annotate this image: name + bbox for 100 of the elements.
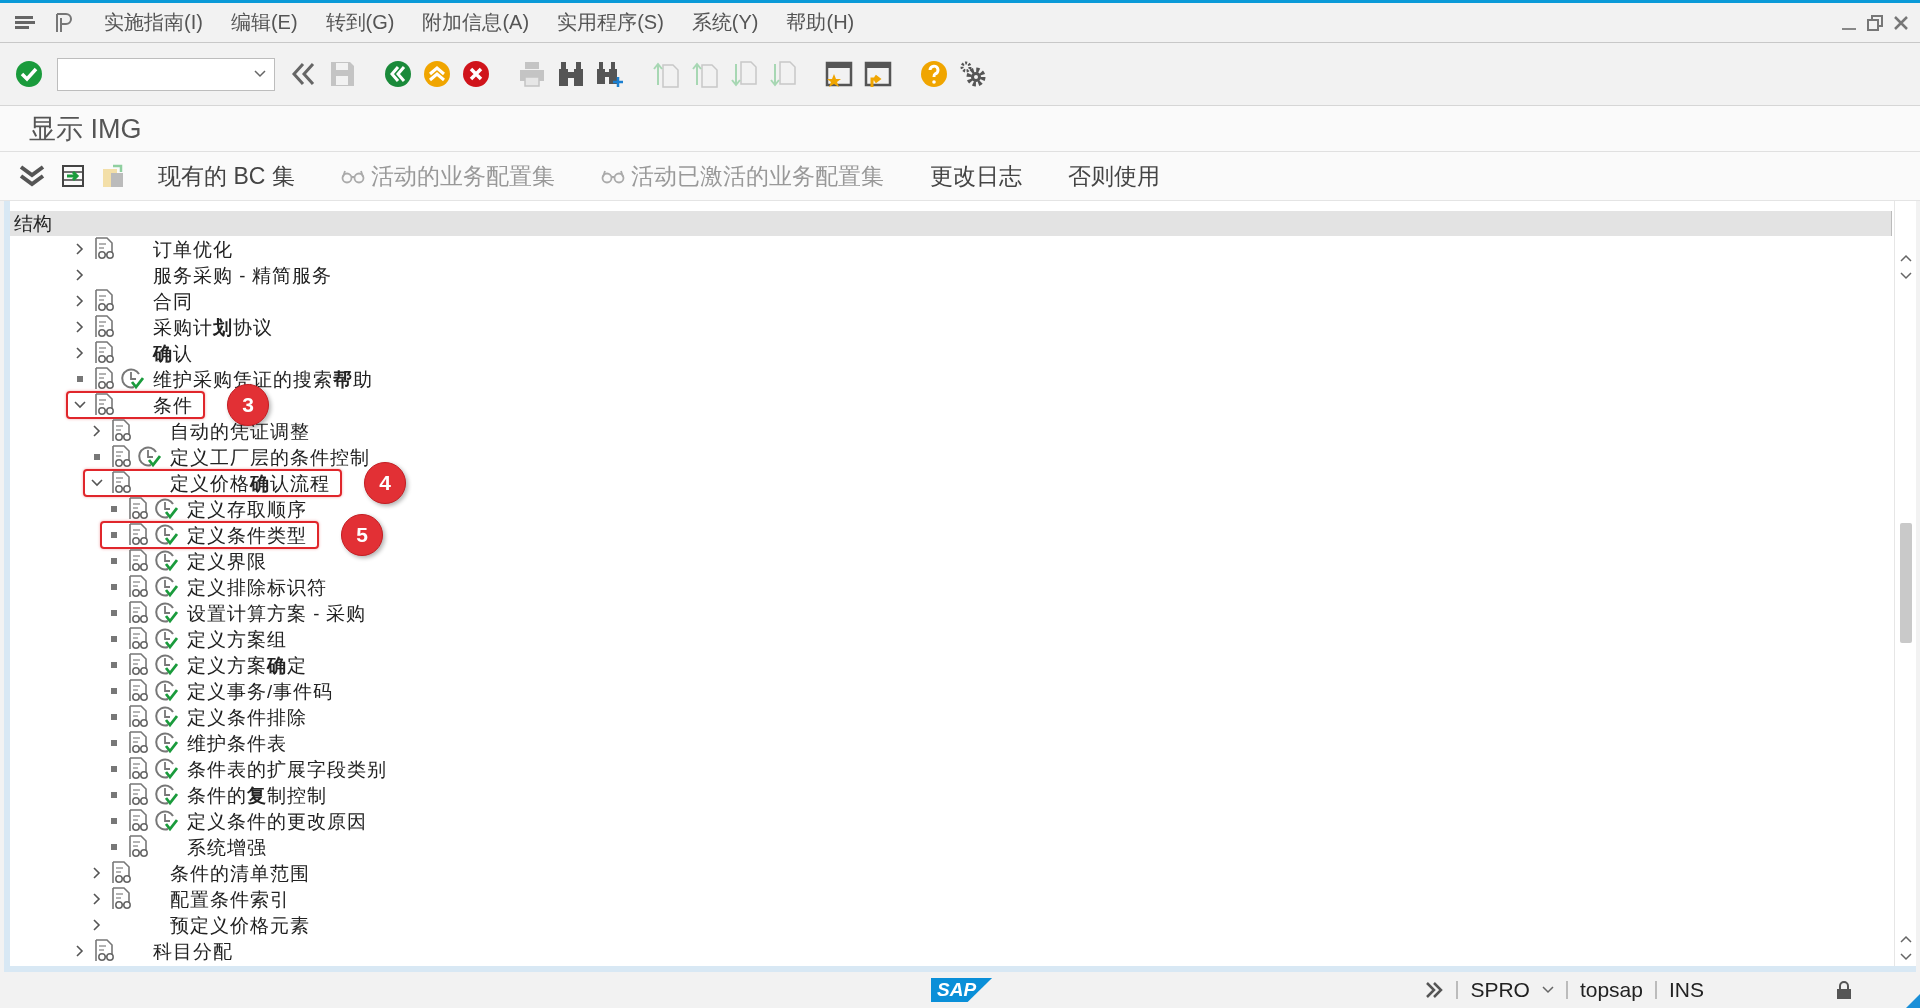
document-glasses-icon[interactable] [94,341,114,365]
settings-icon[interactable] [958,59,988,89]
tree-node[interactable]: 设置计算方案 - 采购 [187,600,367,626]
tree-node[interactable]: 订单优化 [153,236,233,262]
close-icon[interactable] [1892,13,1910,32]
document-glasses-icon[interactable] [111,887,131,911]
menu-item[interactable]: 附加信息(A) [408,9,544,36]
clock-check-icon[interactable] [154,783,178,807]
toolbar-button[interactable]: 更改日志 [921,160,1030,192]
tree-node[interactable]: 定义排除标识符 [187,574,327,600]
chevron-right-icon[interactable] [91,893,103,905]
check-icon[interactable] [14,59,44,89]
back-icon[interactable] [383,59,413,89]
tree-node[interactable]: 条件的复制控制 [187,782,327,808]
scroll-down-icon[interactable] [1899,272,1912,280]
clock-check-icon[interactable] [137,445,161,469]
scroll-down-icon[interactable] [1899,953,1912,961]
new-window-icon[interactable] [824,59,854,89]
tree-node[interactable]: 预定义价格元素 [170,912,310,938]
document-glasses-icon[interactable] [94,289,114,313]
chevron-right-icon[interactable] [74,243,86,255]
document-glasses-icon[interactable] [128,601,148,625]
tree-node[interactable]: 定义方案组 [187,626,287,652]
find-next-icon[interactable] [595,59,625,89]
chevron-right-icon[interactable] [91,919,103,931]
clock-check-icon[interactable] [154,705,178,729]
tree-node[interactable]: 确认 [153,340,193,366]
scrollbar-thumb[interactable] [1899,523,1912,643]
tree-node[interactable]: 配置条件索引 [170,886,290,912]
clock-check-icon[interactable] [154,549,178,573]
document-glasses-icon[interactable] [128,653,148,677]
tree-node[interactable]: 定义方案确定 [187,652,307,678]
document-glasses-icon[interactable] [94,237,114,261]
double-chevron-down-icon[interactable] [18,163,46,189]
document-glasses-icon[interactable] [128,575,148,599]
command-field[interactable] [57,57,275,91]
document-glasses-icon[interactable] [94,315,114,339]
chevron-down-icon[interactable] [91,477,103,489]
clock-check-icon[interactable] [154,809,178,833]
tree-node[interactable]: 系统增强 [187,834,267,860]
document-glasses-icon[interactable] [128,835,148,859]
tree-node[interactable]: 条件表的扩展字段类别 [187,756,387,782]
document-glasses-icon[interactable] [111,861,131,885]
menu-item[interactable]: 编辑(E) [216,9,312,36]
chevron-right-icon[interactable] [91,867,103,879]
clipboard-icon[interactable] [100,163,126,189]
tree-node[interactable]: 定义条件类型 [187,522,307,548]
chevron-right-icon[interactable] [74,295,86,307]
clock-check-icon[interactable] [154,679,178,703]
menu-item[interactable]: 系统(Y) [677,9,773,36]
clock-check-icon[interactable] [154,497,178,521]
scroll-up-icon[interactable] [1899,935,1912,943]
toolbar-button[interactable]: 现有的 BC 集 [150,160,303,192]
clock-check-icon[interactable] [120,367,144,391]
menu-icon[interactable] [14,13,36,32]
tree-node[interactable]: 服务采购 - 精简服务 [153,262,333,288]
document-glasses-icon[interactable] [128,809,148,833]
document-glasses-icon[interactable] [128,705,148,729]
restore-icon[interactable] [1866,13,1884,32]
chevron-right-icon[interactable] [91,425,103,437]
clock-check-icon[interactable] [154,575,178,599]
tree-node[interactable]: 科目分配 [153,938,233,964]
document-glasses-icon[interactable] [128,549,148,573]
menu-item[interactable]: 实施指南(I) [90,9,217,36]
tree-node[interactable]: 采购计划协议 [153,314,273,340]
document-glasses-icon[interactable] [94,393,114,417]
document-glasses-icon[interactable] [128,757,148,781]
document-glasses-icon[interactable] [94,939,114,963]
tree-node[interactable]: 定义存取顺序 [187,496,307,522]
tree-node[interactable]: 合同 [153,288,193,314]
chevron-right-icon[interactable] [74,269,86,281]
document-glasses-icon[interactable] [128,783,148,807]
double-chevron-right-icon[interactable] [1424,981,1445,999]
resize-grip-icon[interactable] [1906,994,1920,1008]
shortcut-icon[interactable] [863,59,893,89]
document-glasses-icon[interactable] [111,471,131,495]
chevron-right-icon[interactable] [74,945,86,957]
document-glasses-icon[interactable] [111,445,131,469]
chevron-right-icon[interactable] [74,321,86,333]
tree-node[interactable]: 条件 [153,392,193,418]
document-glasses-icon[interactable] [128,731,148,755]
tree-node[interactable]: 定义条件的更改原因 [187,808,367,834]
chevron-right-icon[interactable] [74,347,86,359]
menu-item[interactable]: 转到(G) [311,9,409,36]
toolbar-button[interactable]: 否则使用 [1059,160,1168,192]
tree-node[interactable]: 条件的清单范围 [170,860,310,886]
export-icon[interactable] [60,163,86,189]
menu-item[interactable]: 帮助(H) [772,9,869,36]
document-glasses-icon[interactable] [128,523,148,547]
scroll-up-icon[interactable] [1899,254,1912,262]
clock-check-icon[interactable] [154,757,178,781]
clock-check-icon[interactable] [154,523,178,547]
find-icon[interactable] [556,59,586,89]
lock-icon[interactable] [1836,981,1852,999]
menu-item[interactable]: 实用程序(S) [543,9,678,36]
document-glasses-icon[interactable] [128,627,148,651]
clock-check-icon[interactable] [154,601,178,625]
document-glasses-icon[interactable] [111,419,131,443]
document-glasses-icon[interactable] [94,367,114,391]
tree-node[interactable]: 定义界限 [187,548,267,574]
